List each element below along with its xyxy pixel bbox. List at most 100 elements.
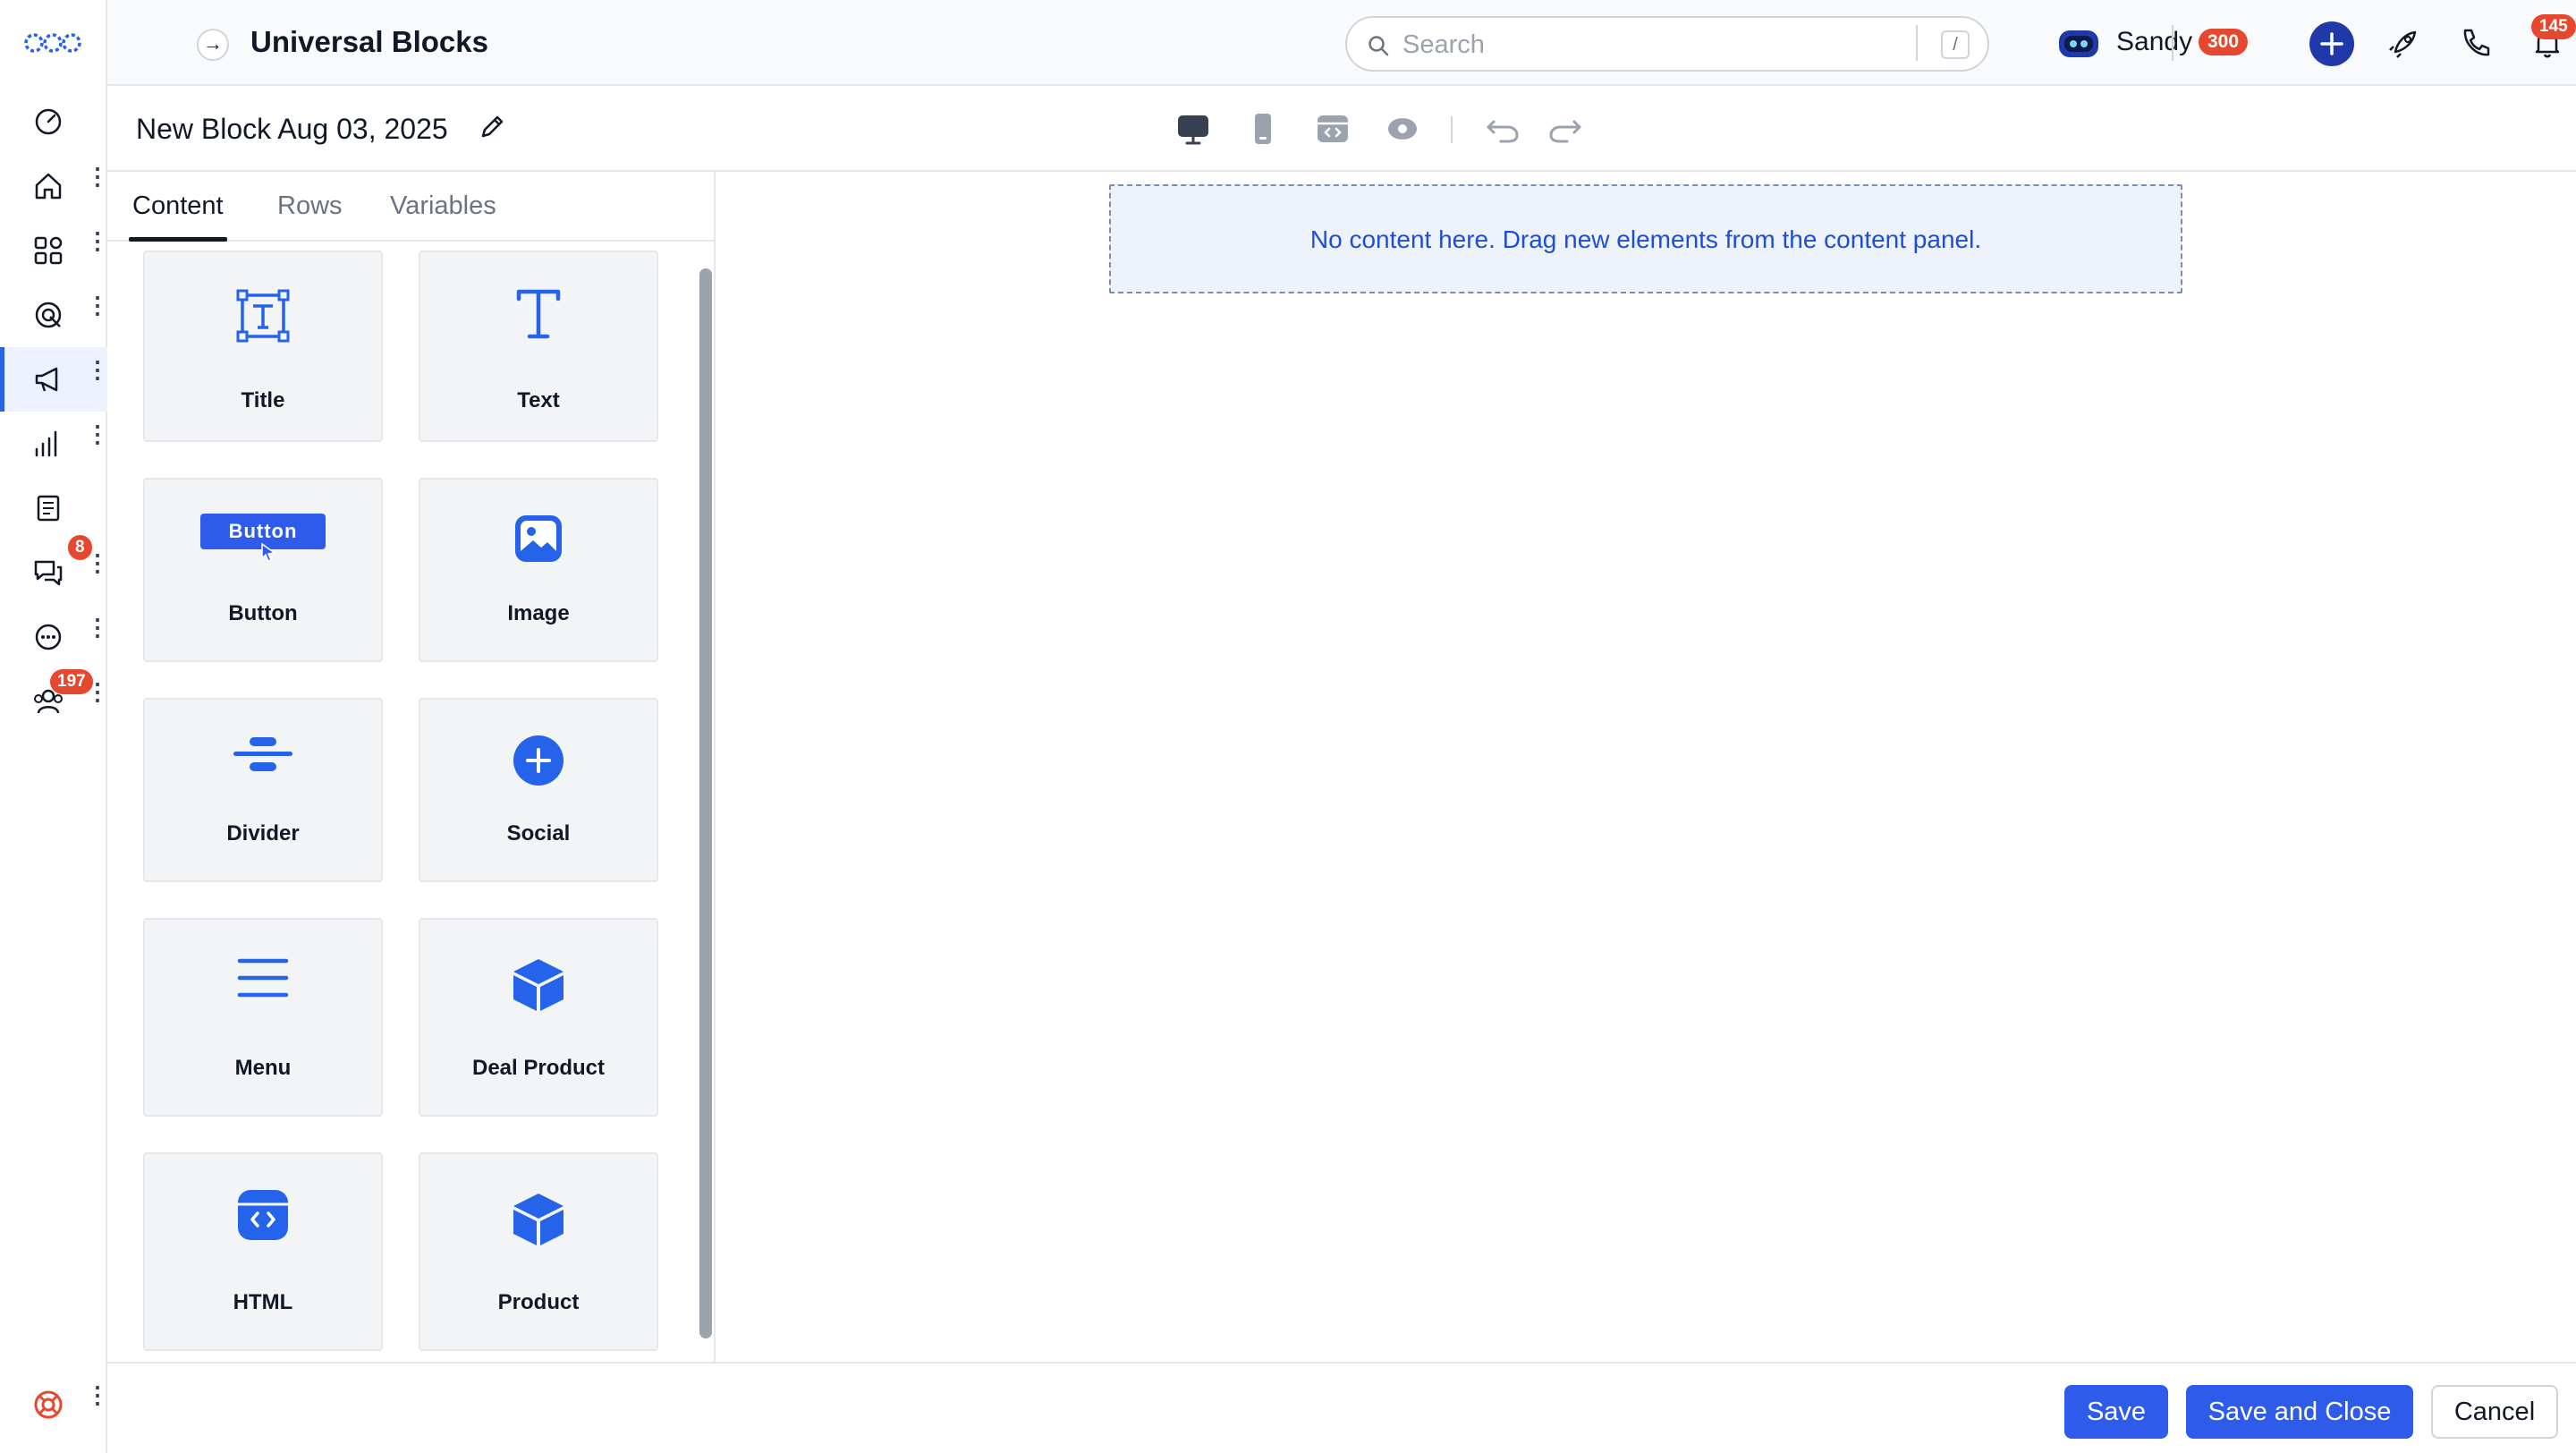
more-vertical-icon[interactable]: ⋮ [86,229,109,265]
sidebar-item-targeting[interactable]: ⋮ [0,283,109,347]
divider [1916,25,1918,61]
target-icon [35,302,62,328]
megaphone-icon [35,367,58,392]
collapse-sidebar-button[interactable]: → [197,29,229,61]
title-frame-icon [236,289,290,343]
search-icon [1368,36,1389,56]
desktop-view-icon[interactable] [1174,109,1213,149]
app-title: Universal Blocks [250,25,488,58]
hamburger-menu-icon [237,958,289,998]
more-vertical-icon[interactable]: ⋮ [86,165,109,200]
block-card-menu[interactable]: Menu [143,918,383,1117]
panel-tabs: Content Rows Variables [107,172,716,242]
cube-icon [513,959,564,1011]
block-card-label: Product [497,1290,580,1314]
block-card-social[interactable]: Social [419,698,658,882]
quick-add-button[interactable] [2309,21,2354,66]
block-card-deal-product[interactable]: Deal Product [419,918,658,1117]
block-card-label: Button [228,601,298,625]
block-card-label: Social [506,821,571,845]
block-card-label: Deal Product [471,1056,606,1080]
cursor-icon [261,542,276,562]
cancel-button[interactable]: Cancel [2431,1385,2558,1439]
more-vertical-icon[interactable]: ⋮ [86,616,109,651]
block-card-label: Image [507,601,570,625]
block-card-text[interactable]: Text [419,251,658,442]
notifications-badge: 145 [2531,14,2576,39]
more-vertical-icon[interactable]: ⋮ [86,358,109,394]
block-card-divider[interactable]: Divider [143,698,383,882]
sidebar-item-dashboard[interactable] [0,89,107,154]
block-card-html[interactable]: HTML [143,1152,383,1351]
credits-badge[interactable]: 300 [2199,29,2249,55]
undo-icon[interactable] [1483,109,1522,149]
image-icon [515,515,562,562]
sidebar-item-home[interactable]: ⋮ [0,154,109,218]
preview-eye-icon[interactable] [1383,109,1422,149]
chat-icon [34,560,63,586]
ai-assistant-icon[interactable] [2057,27,2100,61]
block-card-label: HTML [233,1290,293,1314]
redo-icon[interactable] [1546,109,1585,149]
user-name[interactable]: Sandy [2116,27,2192,57]
sidebar-item-documents[interactable] [0,476,107,540]
cube-icon [513,1194,564,1245]
empty-dropzone-message: No content here. Drag new elements from … [1309,225,1982,253]
plus-circle-icon [513,735,564,786]
block-card-button[interactable]: Button Button [143,478,383,662]
apps-grid-icon [34,236,63,265]
more-vertical-icon[interactable]: ⋮ [86,293,109,329]
sidebar-item-apps[interactable]: ⋮ [0,218,109,283]
home-icon [35,173,62,200]
brand-logo-icon[interactable] [23,27,82,59]
conversations-badge: 8 [68,535,92,560]
divider [2172,25,2174,61]
divider-icon [233,737,292,771]
block-card-title[interactable]: Title [143,251,383,442]
code-view-icon[interactable] [1313,109,1352,149]
more-vertical-icon[interactable]: ⋮ [86,551,109,587]
editor-footer: Save Save and Close Cancel [107,1362,2576,1453]
more-vertical-icon[interactable]: ⋮ [86,422,109,458]
global-search[interactable]: / [1345,16,1989,72]
toolbar-divider [1451,116,1453,143]
panel-scrollbar[interactable] [699,268,712,1338]
block-card-label: Title [241,388,285,412]
search-input[interactable] [1402,27,1903,63]
search-shortcut-key: / [1941,30,1970,59]
sidebar-item-reports[interactable]: ⋮ [0,412,109,476]
more-circle-icon [35,624,62,650]
tab-content[interactable]: Content [129,191,227,242]
rocket-icon[interactable] [2385,23,2424,63]
block-card-label: Divider [226,821,300,845]
text-t-icon [516,289,561,339]
block-card-product[interactable]: Product [419,1152,658,1351]
editor-header: New Block Aug 03, 2025 [107,86,2576,172]
save-and-close-button[interactable]: Save and Close [2186,1385,2413,1439]
pencil-edit-icon[interactable] [476,111,508,143]
tab-rows[interactable]: Rows [277,191,343,240]
block-name[interactable]: New Block Aug 03, 2025 [136,113,448,146]
sidebar-item-team[interactable]: ⋮ 197 [0,669,109,734]
app-root: ⋮ ⋮ ⋮ ⋮ ⋮ ⋮ 8 ⋮ ⋮ 197 ⋮ → Universal Bloc… [0,0,2576,1453]
content-panel: Content Rows Variables Title Text Button… [107,172,716,1362]
bar-chart-icon [35,430,57,457]
editor-canvas[interactable]: No content here. Drag new elements from … [716,172,2576,1362]
left-rail: ⋮ ⋮ ⋮ ⋮ ⋮ ⋮ 8 ⋮ ⋮ 197 ⋮ [0,0,109,1453]
help-more-vertical-icon[interactable]: ⋮ [86,1383,109,1406]
mobile-view-icon[interactable] [1243,109,1283,149]
block-card-label: Menu [234,1056,292,1080]
tab-variables[interactable]: Variables [390,191,496,240]
sidebar-item-more[interactable]: ⋮ [0,605,109,669]
save-button[interactable]: Save [2064,1385,2168,1439]
empty-dropzone[interactable]: No content here. Drag new elements from … [1109,184,2182,293]
speedometer-icon [35,108,62,135]
team-badge: 197 [50,669,93,694]
sidebar-item-campaigns[interactable]: ⋮ [0,347,109,412]
phone-icon[interactable] [2456,23,2496,63]
block-card-image[interactable]: Image [419,478,658,662]
top-bar: → Universal Blocks / Sandy 300 145 [107,0,2576,86]
sidebar-item-conversations[interactable]: ⋮ 8 [0,535,109,605]
plus-icon [2320,32,2343,55]
help-lifebuoy-icon[interactable] [32,1389,64,1421]
